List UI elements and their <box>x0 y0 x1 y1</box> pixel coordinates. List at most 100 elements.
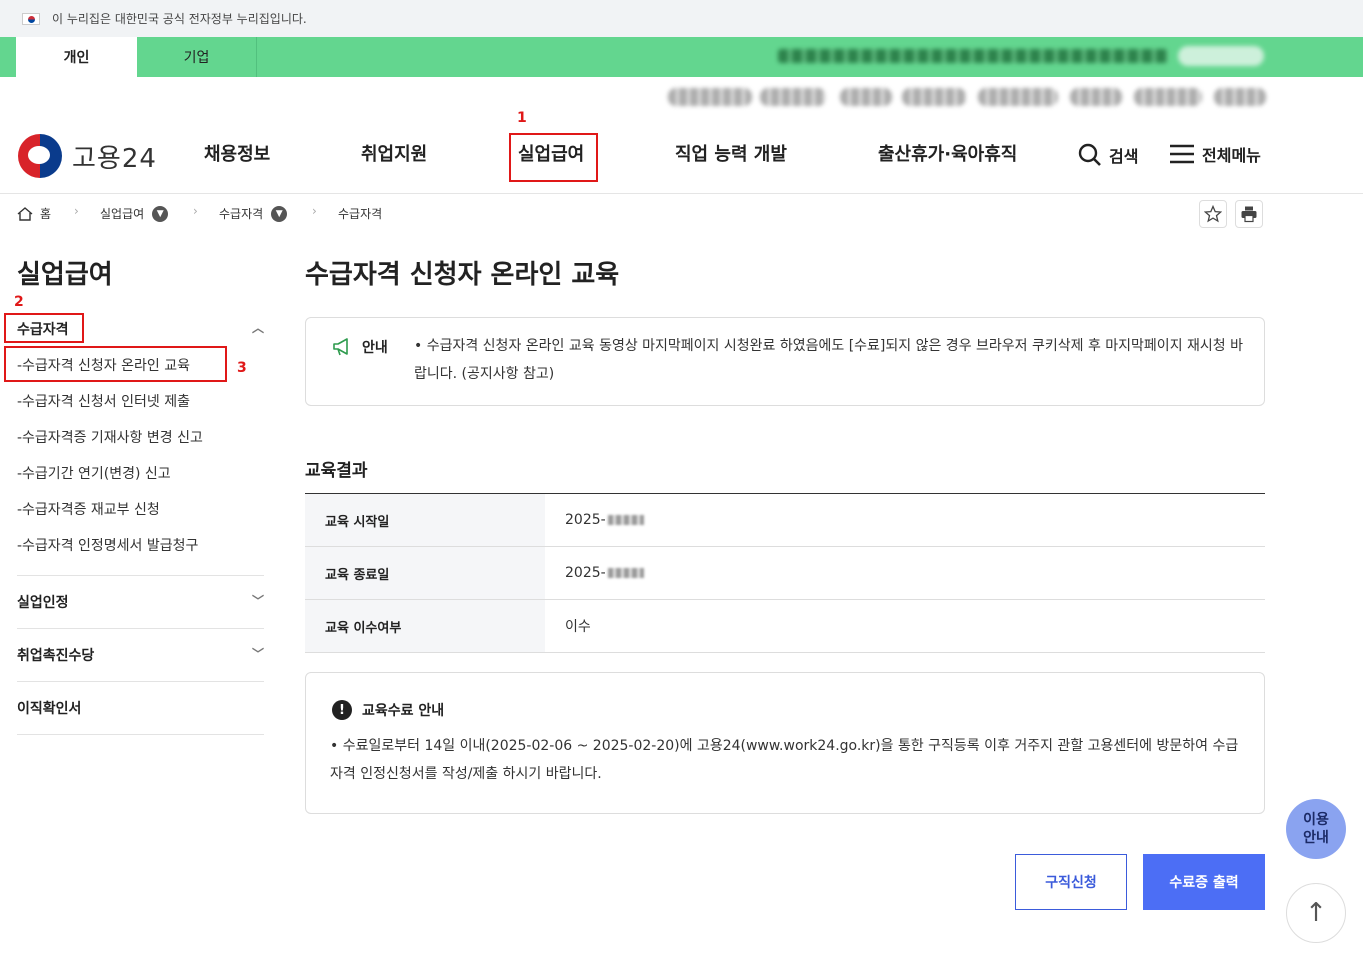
nav-employment-support[interactable]: 취업지원 <box>361 140 427 166</box>
completion-info-head: ! 교육수료 안내 <box>332 700 444 720</box>
chevron-right-icon: › <box>74 204 79 218</box>
usage-guide-line2: 안내 <box>1303 830 1329 846</box>
row-label: 교육 시작일 <box>305 494 545 546</box>
annotation-number-3: 3 <box>237 360 247 376</box>
sidebar-item-reissue[interactable]: -수급자격증 재교부 신청 <box>17 499 160 519</box>
blurred-notice-button[interactable] <box>1178 46 1264 66</box>
search-label: 검색 <box>1109 147 1139 166</box>
end-date-text: 2025- <box>565 565 606 581</box>
tab-business[interactable]: 기업 <box>137 37 257 77</box>
highlight-box-1 <box>509 133 598 182</box>
masked-date <box>607 515 644 525</box>
sidebar-title: 실업급여 <box>17 260 113 290</box>
row-value-completion: 이수 <box>565 619 591 635</box>
notice-text: • 수급자격 신청자 온라인 교육 동영상 마지막페이지 시청완료 하였음에도 … <box>414 338 1243 382</box>
logo-text: 고용24 <box>72 143 157 174</box>
user-type-bar: 개인 기업 <box>0 37 1363 77</box>
blurred-util-link[interactable] <box>668 88 752 106</box>
scroll-top-button[interactable]: ↑ <box>1286 883 1346 943</box>
printer-icon <box>1241 206 1257 223</box>
exclamation-icon: ! <box>332 700 352 720</box>
sidebar-group-employment-allowance[interactable]: 취업촉진수당 ﹀ <box>17 645 264 665</box>
chevron-down-icon: ﹀ <box>251 647 264 661</box>
job-apply-button[interactable]: 구직신청 <box>1015 854 1127 910</box>
chevron-down-icon: ﹀ <box>251 594 264 608</box>
highlight-box-2 <box>4 313 84 343</box>
sidebar-group-separation-confirmation[interactable]: 이직확인서 <box>17 698 264 718</box>
chevron-down-icon[interactable]: ▼ <box>152 205 169 222</box>
main-header: 고용24 채용정보 취업지원 실업급여 직업 능력 개발 출산휴가·육아휴직 검… <box>0 122 1363 194</box>
nav-parental-leave[interactable]: 출산휴가·육아휴직 <box>878 140 1017 166</box>
annotation-number-1: 1 <box>517 110 527 126</box>
home-icon <box>17 206 33 221</box>
notice-box: 안내 • 수급자격 신청자 온라인 교육 동영상 마지막페이지 시청완료 하였음… <box>305 317 1265 406</box>
arrow-up-icon: ↑ <box>1305 898 1327 928</box>
row-value-end-date: 2025- <box>545 547 644 599</box>
blurred-util-link[interactable] <box>760 88 826 106</box>
star-icon <box>1204 205 1222 223</box>
row-label: 교육 종료일 <box>305 547 545 599</box>
usage-guide-line1: 이용 <box>1303 812 1329 828</box>
masked-date <box>607 568 644 578</box>
table-row: 교육 종료일 2025- <box>305 547 1265 600</box>
print-button[interactable] <box>1235 200 1263 228</box>
breadcrumb-level2[interactable]: 수급자격 ▼ <box>219 205 288 222</box>
nav-job-info[interactable]: 채용정보 <box>204 140 270 166</box>
highlight-box-3 <box>4 346 227 382</box>
nav-vocational-training[interactable]: 직업 능력 개발 <box>675 140 787 166</box>
hamburger-menu-icon <box>1170 144 1194 164</box>
blurred-util-link[interactable] <box>978 88 1058 106</box>
sidebar-divider <box>17 734 264 735</box>
breadcrumb-level3: 수급자격 <box>338 205 382 222</box>
annotation-number-2: 2 <box>14 294 24 310</box>
search-button[interactable]: 검색 <box>1077 142 1138 168</box>
sidebar-divider <box>17 681 264 682</box>
table-row: 교육 이수여부 이수 <box>305 600 1265 653</box>
blurred-util-link[interactable] <box>1070 88 1122 106</box>
blurred-util-link[interactable] <box>1134 88 1202 106</box>
gov-notice-text: 이 누리집은 대한민국 공식 전자정부 누리집입니다. <box>52 12 307 26</box>
breadcrumb: 홈 › 실업급여 ▼ › 수급자격 ▼ › 수급자격 <box>0 194 1363 232</box>
breadcrumb-home[interactable]: 홈 <box>17 205 51 222</box>
sidebar-item-statement-request[interactable]: -수급자격 인정명세서 발급청구 <box>17 535 198 555</box>
sidebar-group-label: 실업인정 <box>17 595 69 611</box>
chevron-right-icon: › <box>193 204 198 218</box>
all-menu-button[interactable]: 전체메뉴 <box>1168 142 1261 166</box>
page-title: 수급자격 신청자 온라인 교육 <box>305 260 620 290</box>
favorite-button[interactable] <box>1199 200 1227 228</box>
row-label: 교육 이수여부 <box>305 600 545 652</box>
chevron-right-icon: › <box>312 204 317 218</box>
menu-label: 전체메뉴 <box>1202 146 1261 165</box>
breadcrumb-level1-label: 실업급여 <box>100 207 145 221</box>
breadcrumb-level2-label: 수급자격 <box>219 207 264 221</box>
gov-notice-bar: 이 누리집은 대한민국 공식 전자정부 누리집입니다. <box>0 0 1363 37</box>
tab-personal[interactable]: 개인 <box>16 37 137 77</box>
blurred-util-link[interactable] <box>1214 88 1266 106</box>
table-row: 교육 시작일 2025- <box>305 494 1265 547</box>
row-value-start-date: 2025- <box>545 494 644 546</box>
sidebar-group-label: 취업촉진수당 <box>17 648 95 664</box>
chevron-up-icon: ︿ <box>251 321 264 335</box>
education-result-table: 교육 시작일 2025- 교육 종료일 2025- 교육 이수여부 이수 <box>305 493 1265 653</box>
sidebar-item-internet-submit[interactable]: -수급자격 신청서 인터넷 제출 <box>17 391 190 411</box>
breadcrumb-level1[interactable]: 실업급여 ▼ <box>100 205 169 222</box>
notice-label: 안내 <box>332 337 388 357</box>
notice-label-text: 안내 <box>362 340 388 356</box>
blurred-util-link[interactable] <box>902 88 966 106</box>
sidebar-item-change-report[interactable]: -수급자격증 기재사항 변경 신고 <box>17 427 203 447</box>
breadcrumb-home-label: 홈 <box>40 207 52 221</box>
chevron-down-icon[interactable]: ▼ <box>271 205 288 222</box>
search-icon <box>1078 143 1101 166</box>
site-logo[interactable]: 고용24 <box>18 134 157 178</box>
sidebar-divider <box>17 575 264 576</box>
print-certificate-button[interactable]: 수료증 출력 <box>1143 854 1265 910</box>
sidebar-group-unemployment-recognition[interactable]: 실업인정 ﹀ <box>17 592 264 612</box>
sidebar-item-extension-report[interactable]: -수급기간 연기(변경) 신고 <box>17 463 171 483</box>
section-title: 교육결과 <box>305 461 368 481</box>
start-date-text: 2025- <box>565 512 606 528</box>
completion-info-title: 교육수료 안내 <box>362 703 445 719</box>
sidebar-divider <box>17 628 264 629</box>
usage-guide-button[interactable]: 이용 안내 <box>1286 799 1346 859</box>
completion-info-box: ! 교육수료 안내 • 수료일로부터 14일 이내(2025-02-06 ~ 2… <box>305 672 1265 814</box>
blurred-util-link[interactable] <box>840 88 892 106</box>
